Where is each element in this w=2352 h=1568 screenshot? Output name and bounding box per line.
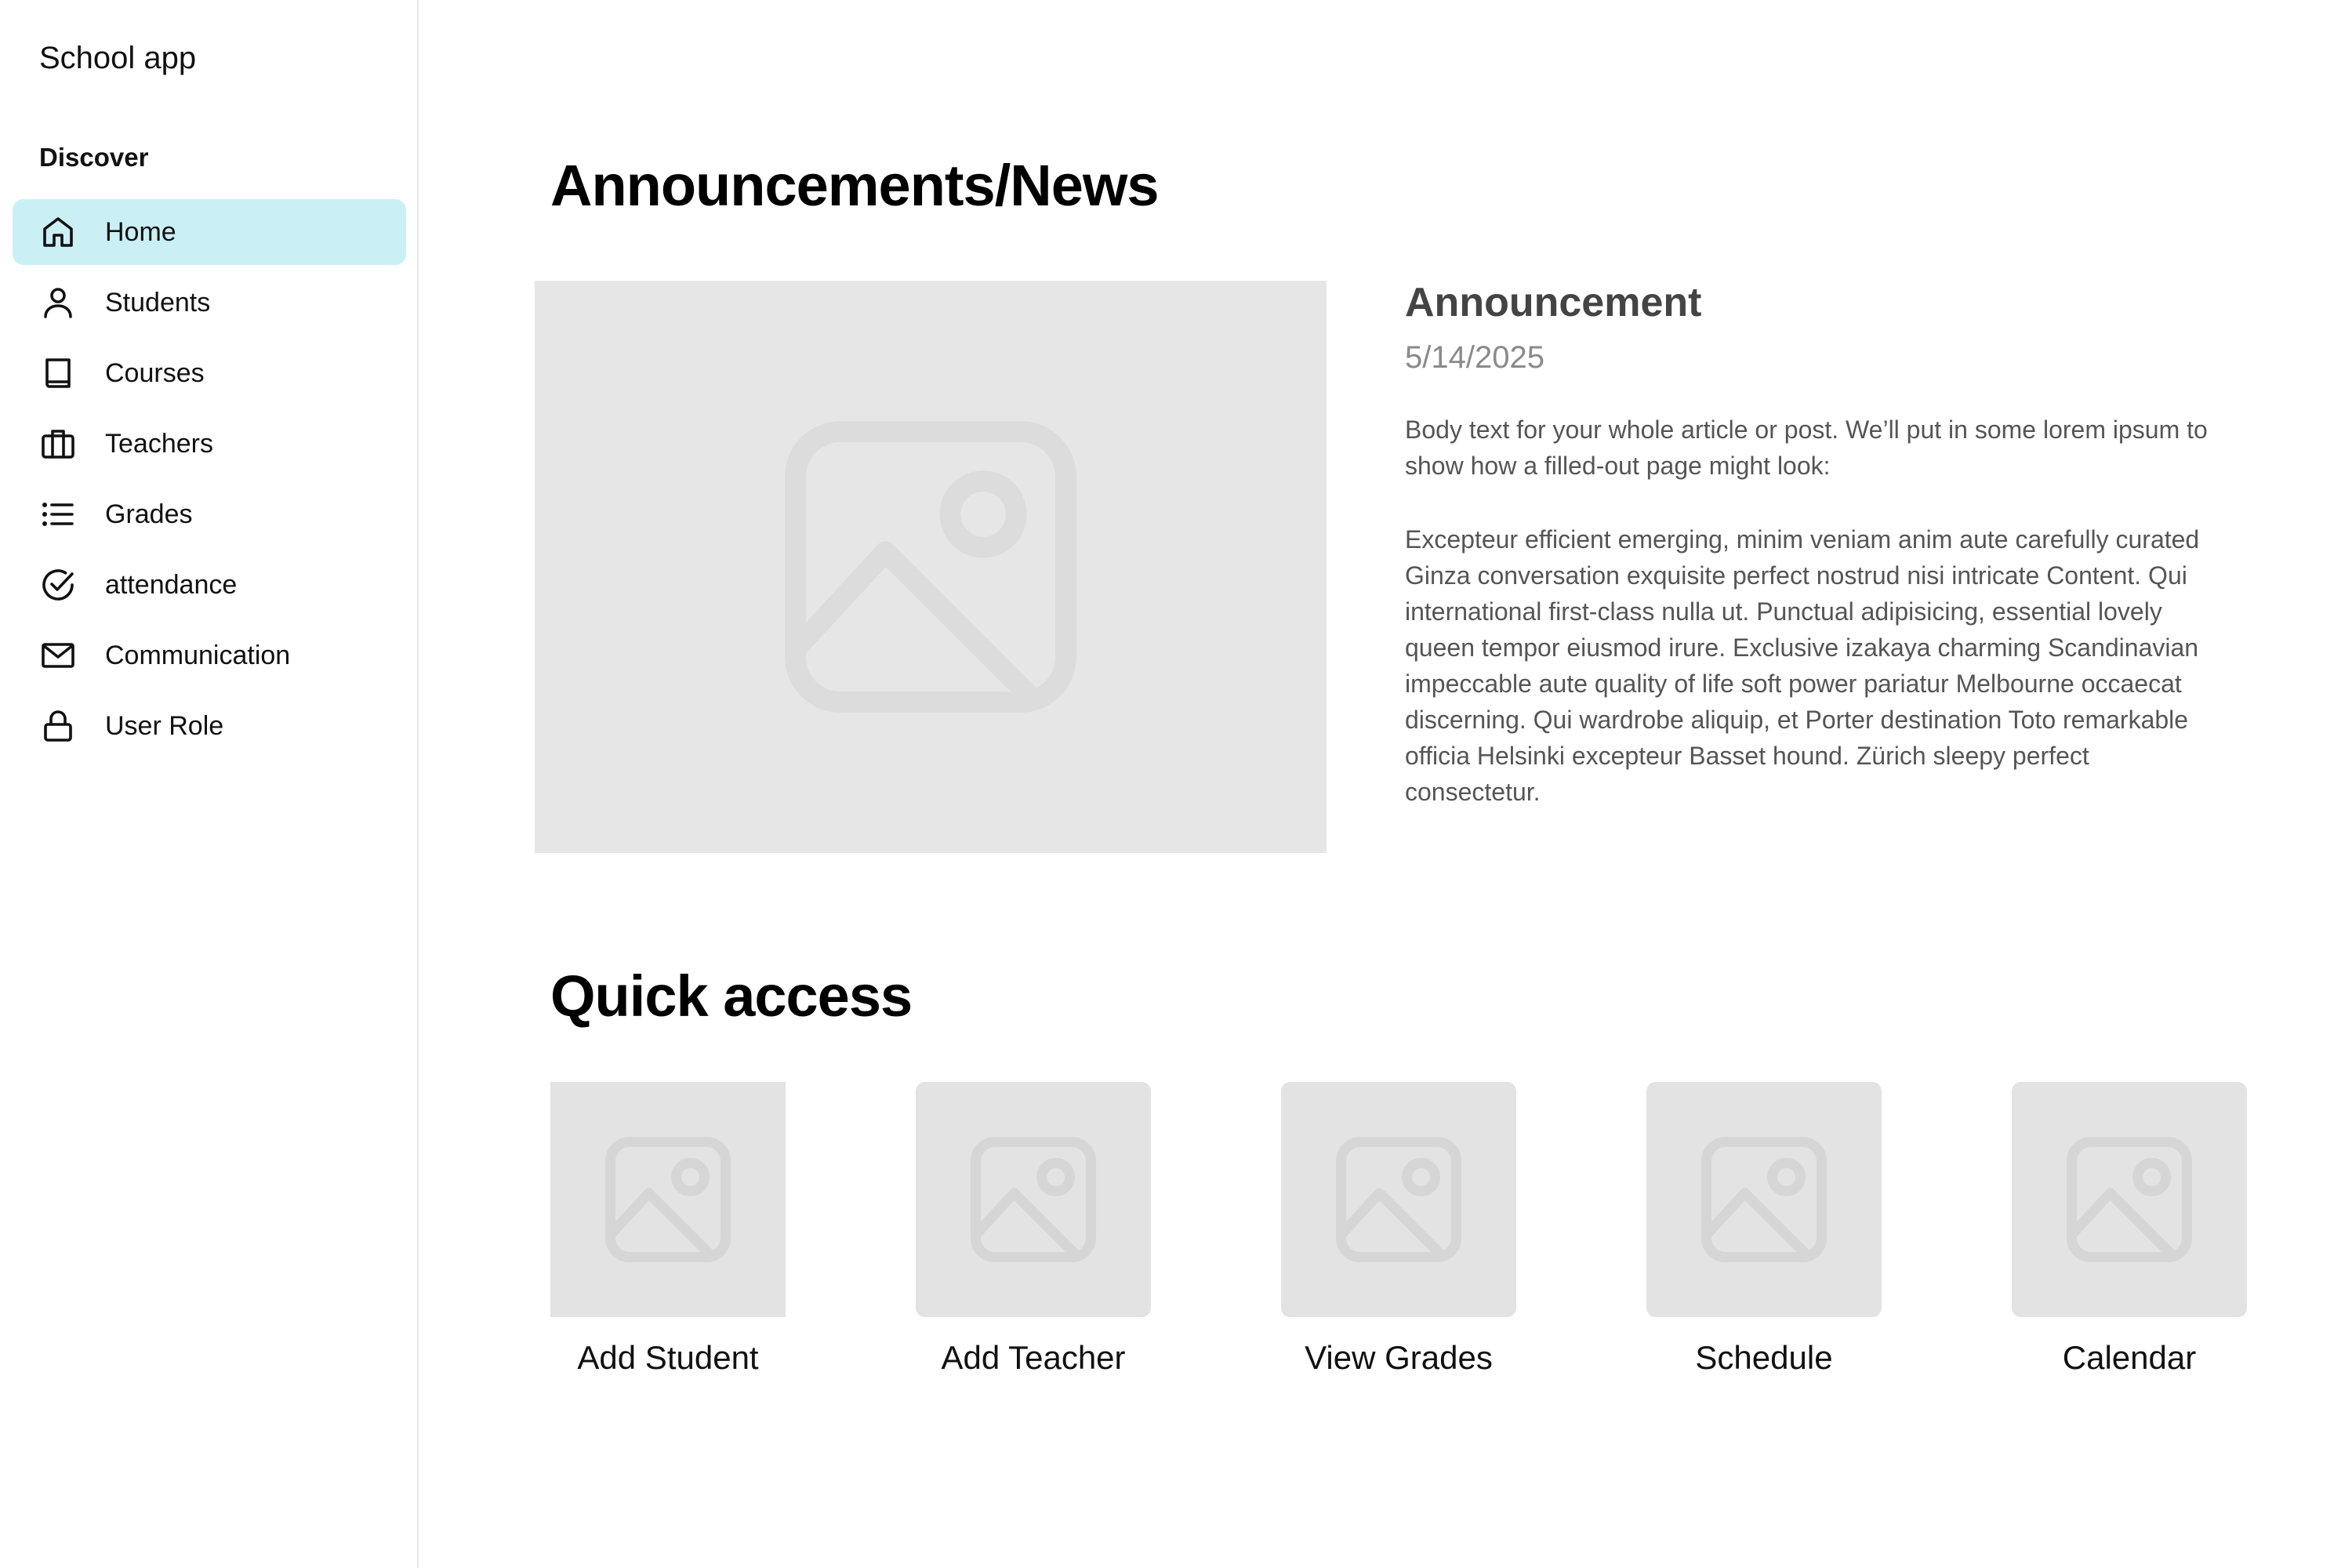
list-icon — [39, 495, 77, 533]
announcements-heading: Announcements/News — [550, 153, 1160, 218]
announcement-date: 5/14/2025 — [1405, 340, 1544, 375]
tile-image — [916, 1082, 1151, 1317]
sidebar-item-courses[interactable]: Courses — [13, 340, 406, 406]
quick-access-schedule[interactable]: Schedule — [1646, 1082, 1882, 1377]
image-placeholder-icon — [970, 1136, 1097, 1263]
check-circle-icon — [39, 566, 77, 604]
tile-label: Add Teacher — [941, 1339, 1126, 1376]
quick-access-add-teacher[interactable]: Add Teacher — [916, 1082, 1151, 1377]
quick-access-calendar[interactable]: Calendar — [2012, 1082, 2247, 1377]
sidebar-item-label: Students — [105, 287, 211, 318]
tile-label: View Grades — [1305, 1339, 1493, 1376]
section-label-discover: Discover — [39, 143, 149, 172]
tile-label: Calendar — [2062, 1339, 2197, 1376]
announcement-paragraph: Body text for your whole article or post… — [1405, 416, 2208, 480]
announcement-paragraph: Excepteur efficient emerging, minim veni… — [1405, 525, 2200, 806]
tile-image — [550, 1082, 786, 1317]
quick-access-grid: Add Student Add Teacher View Grades Sche… — [550, 1082, 2247, 1377]
tile-label: Add Student — [577, 1339, 759, 1376]
sidebar-item-teachers[interactable]: Teachers — [13, 411, 406, 477]
sidebar-item-label: Home — [105, 216, 176, 247]
image-placeholder-icon — [2066, 1136, 2193, 1263]
image-placeholder-icon — [1335, 1136, 1462, 1263]
sidebar-item-grades[interactable]: Grades — [13, 481, 406, 547]
sidebar-item-students[interactable]: Students — [13, 270, 406, 336]
sidebar-item-home[interactable]: Home — [13, 199, 406, 265]
main-content: Announcements/News Announcement 5/14/202… — [419, 0, 2352, 1568]
home-icon — [39, 213, 77, 251]
sidebar-item-attendance[interactable]: attendance — [13, 552, 406, 618]
announcement-article: Announcement 5/14/2025 Body text for you… — [1405, 279, 2220, 810]
image-placeholder-icon — [604, 1136, 731, 1263]
sidebar-item-communication[interactable]: Communication — [13, 622, 406, 688]
sidebar-item-user-role[interactable]: User Role — [13, 693, 406, 759]
tile-image — [2012, 1082, 2247, 1317]
lock-icon — [39, 707, 77, 745]
sidebar-nav: Home Students Courses Teachers Grades at… — [13, 199, 406, 764]
quick-access-add-student[interactable]: Add Student — [550, 1082, 786, 1377]
app-title: School app — [39, 41, 197, 75]
briefcase-icon — [39, 425, 77, 463]
image-placeholder-icon — [785, 421, 1076, 713]
mail-icon — [39, 637, 77, 674]
book-icon — [39, 354, 77, 392]
tile-label: Schedule — [1695, 1339, 1833, 1376]
sidebar-item-label: User Role — [105, 710, 224, 741]
sidebar-item-label: attendance — [105, 569, 238, 600]
sidebar-item-label: Teachers — [105, 428, 213, 459]
announcement-title: Announcement — [1405, 280, 1702, 325]
tile-image — [1281, 1082, 1516, 1317]
announcement-image — [535, 281, 1327, 853]
user-icon — [39, 284, 77, 321]
image-placeholder-icon — [1700, 1136, 1828, 1263]
quick-access-heading: Quick access — [550, 964, 913, 1029]
sidebar: School app Discover Home Students Course… — [0, 0, 419, 1568]
sidebar-item-label: Grades — [105, 499, 193, 529]
sidebar-item-label: Courses — [105, 358, 205, 388]
sidebar-item-label: Communication — [105, 640, 291, 670]
tile-image — [1646, 1082, 1882, 1317]
quick-access-view-grades[interactable]: View Grades — [1281, 1082, 1516, 1377]
announcement-body: Body text for your whole article or post… — [1405, 412, 2220, 810]
